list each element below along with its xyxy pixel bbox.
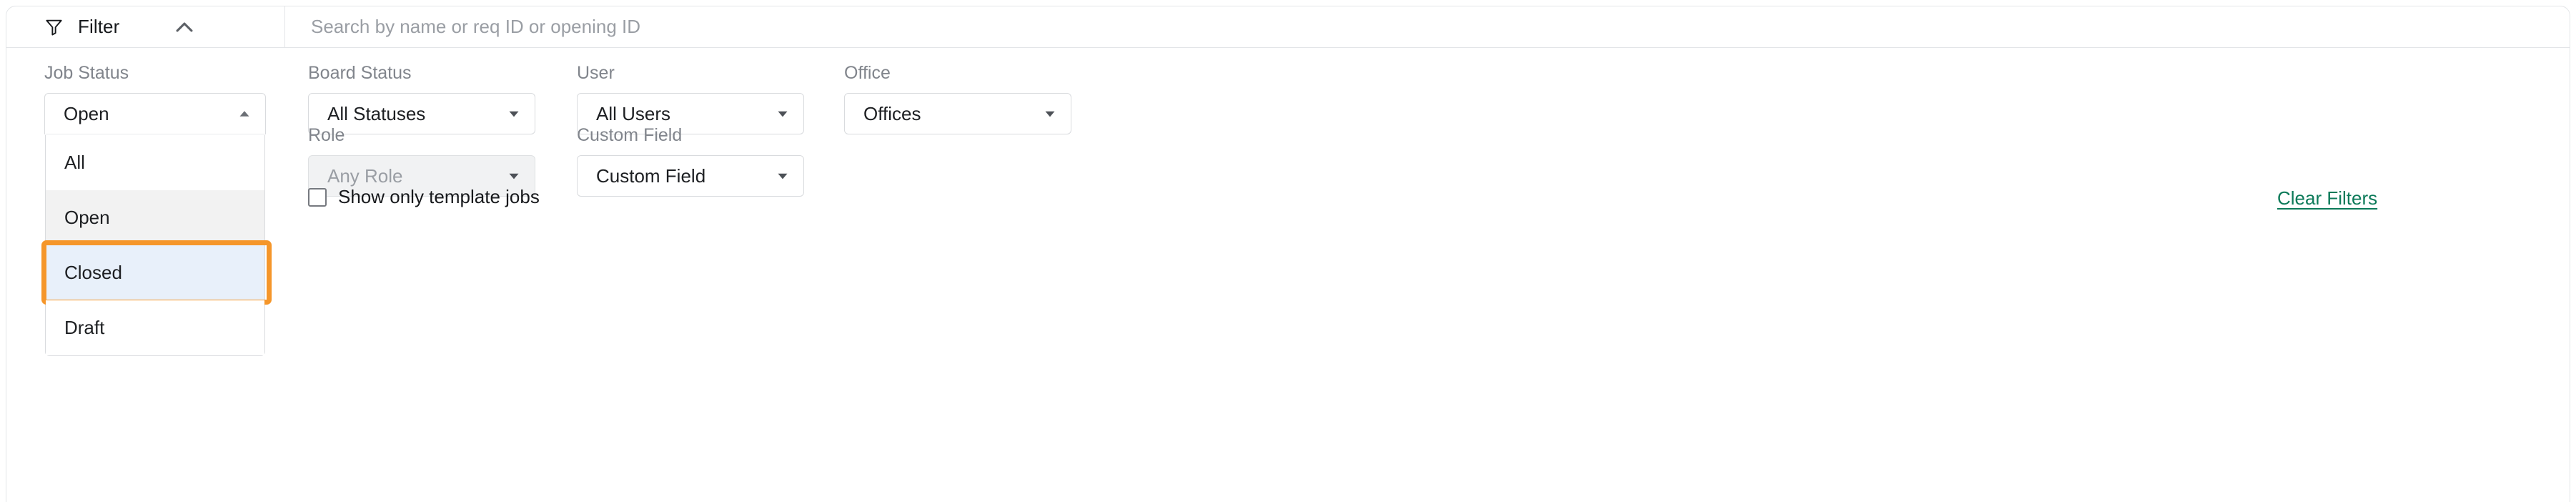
option-label: Closed [64, 262, 122, 283]
user-value: All Users [596, 102, 671, 124]
field-custom-field: Custom Field Custom Field [577, 125, 804, 197]
custom-field-label: Custom Field [577, 125, 683, 145]
user-label: User [577, 63, 615, 83]
option-label: All [64, 152, 85, 173]
template-jobs-label: Show only template jobs [338, 186, 540, 207]
board-status-label: Board Status [308, 63, 412, 83]
field-user: User All Users [577, 63, 804, 134]
job-status-select[interactable]: Open All Open Closed Draft [41, 93, 272, 356]
role-value: Any Role [327, 164, 403, 187]
clear-filters-link[interactable]: Clear Filters [2277, 187, 2377, 210]
role-label: Role [308, 125, 345, 145]
custom-field-value: Custom Field [596, 164, 706, 187]
job-status-option-list: All Open Closed Draft [41, 135, 272, 356]
caret-down-icon [778, 111, 788, 117]
office-value: Offices [863, 102, 921, 124]
filter-label: Filter [78, 16, 120, 37]
caret-down-icon [1045, 111, 1055, 117]
filter-panel: Filter Job Status Open [6, 6, 2570, 502]
board-status-value: All Statuses [327, 102, 426, 124]
office-label: Office [844, 63, 891, 83]
search-input[interactable] [311, 16, 2570, 38]
funnel-icon [46, 19, 62, 36]
caret-down-icon [509, 173, 519, 179]
option-label: Open [64, 207, 110, 228]
job-status-option-all[interactable]: All [46, 135, 264, 190]
field-job-status: Job Status Open All Open Closed Draft [41, 63, 272, 356]
template-jobs-checkbox[interactable] [308, 187, 327, 207]
search-wrapper [285, 6, 2570, 47]
job-status-value: Open [64, 102, 109, 124]
custom-field-select[interactable]: Custom Field [577, 155, 804, 197]
filter-panel-screen: Filter Job Status Open [0, 0, 2576, 502]
option-label: Draft [64, 317, 105, 338]
template-jobs-row[interactable]: Show only template jobs [308, 186, 540, 208]
office-select[interactable]: Offices [844, 93, 1071, 134]
caret-down-icon [778, 173, 788, 179]
field-board-status: Board Status All Statuses [308, 63, 535, 134]
job-status-option-draft[interactable]: Draft [46, 300, 264, 355]
caret-up-icon [239, 111, 249, 117]
job-status-option-open[interactable]: Open [46, 190, 264, 245]
job-status-option-closed[interactable]: Closed [41, 240, 272, 305]
filter-toggle-block[interactable]: Filter [6, 6, 285, 47]
chevron-up-icon[interactable] [172, 15, 197, 39]
filter-body: Job Status Open All Open Closed Draft Bo… [6, 48, 2570, 502]
field-office: Office Offices [844, 63, 1071, 134]
filter-topbar: Filter [6, 6, 2570, 48]
caret-down-icon [509, 111, 519, 117]
job-status-label: Job Status [44, 63, 129, 83]
